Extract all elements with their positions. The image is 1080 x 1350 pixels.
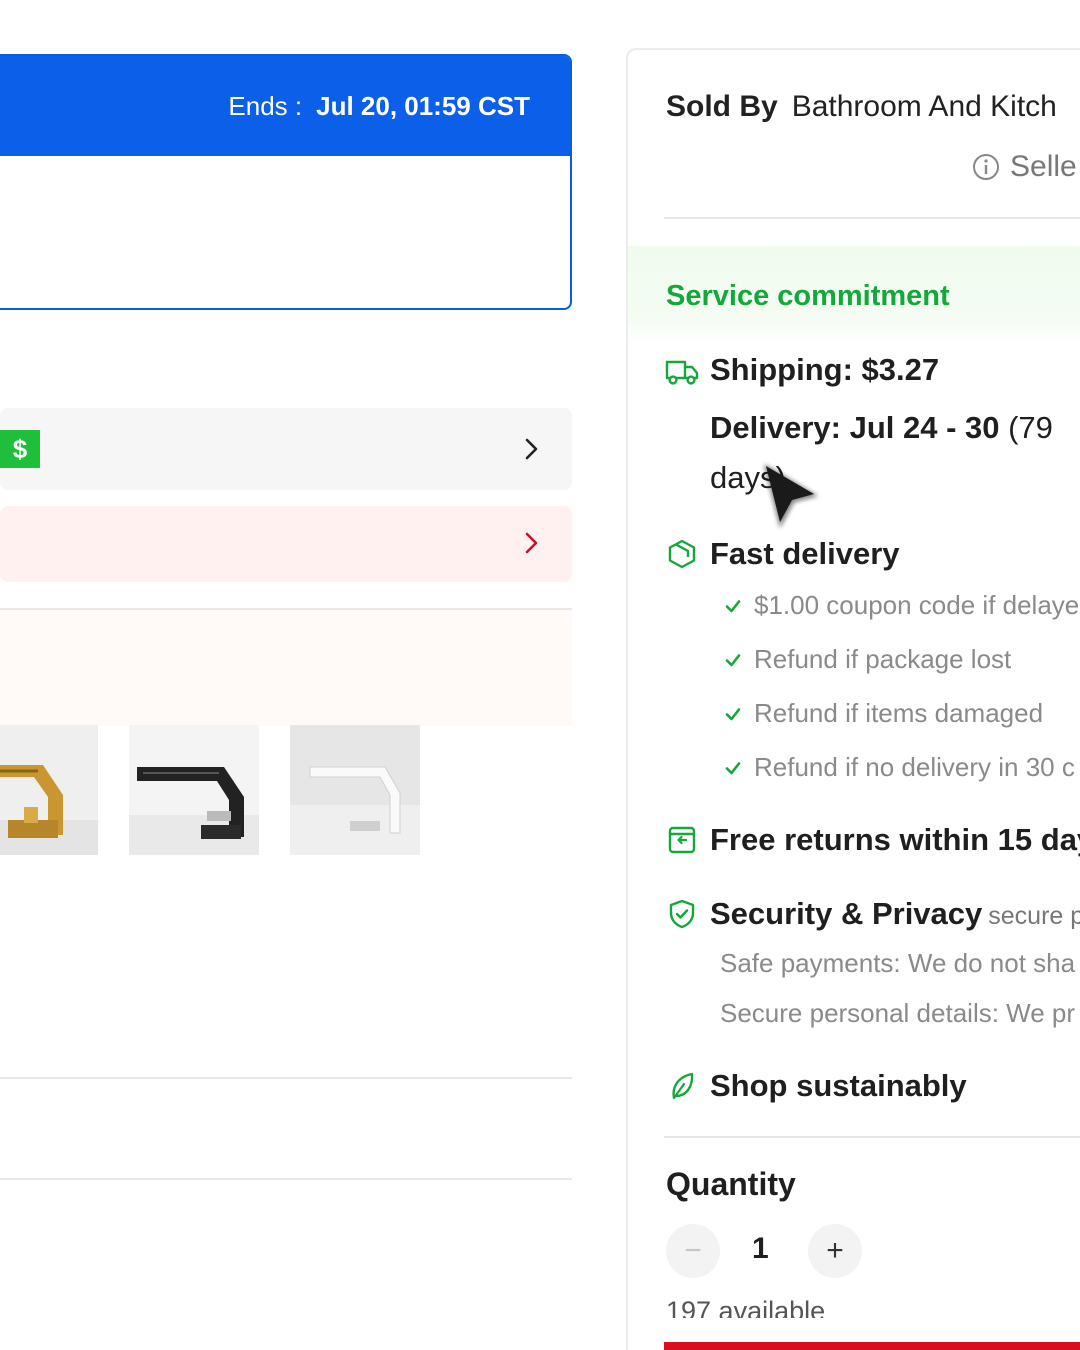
guarantee-text: $1.00 coupon code if delaye: [754, 590, 1080, 620]
ends-label: Ends :: [228, 90, 303, 121]
promo-row[interactable]: $: [0, 408, 572, 490]
gold-faucet-image: [0, 725, 98, 855]
check-icon: [725, 653, 741, 666]
quantity-label: Quantity: [666, 1166, 796, 1202]
black-faucet-image: [129, 725, 259, 855]
fast-delivery-title: Fast delivery: [710, 536, 900, 571]
return-box-icon: [668, 826, 696, 854]
security-privacy-row: Security & Privacy secure p: [710, 896, 1080, 932]
info-band: [0, 610, 572, 726]
thumbnail-black-faucet[interactable]: [129, 725, 259, 855]
lightning-deal-banner: Ends : Jul 20, 01:59 CST: [0, 54, 572, 310]
guarantee-item: Refund if package lost: [724, 644, 1011, 675]
stock-available: 197 available: [666, 1300, 825, 1318]
check-icon: [725, 707, 741, 720]
guarantee-item: Refund if no delivery in 30 c: [724, 752, 1075, 783]
guarantee-item: $1.00 coupon code if delaye: [724, 590, 1079, 621]
guarantee-item: Refund if items damaged: [724, 698, 1043, 729]
add-to-cart-button[interactable]: [664, 1342, 1080, 1350]
seller-info-label: Selle: [1010, 150, 1077, 183]
divider: [664, 217, 1080, 219]
dollar-badge: $: [0, 430, 40, 468]
quantity-increase-button[interactable]: +: [808, 1224, 862, 1278]
divider: [664, 1136, 1080, 1138]
delivery-estimate: Delivery: Jul 24 - 30 (79: [710, 410, 1053, 446]
guarantee-text: Refund if package lost: [754, 644, 1012, 674]
ends-date: Jul 20, 01:59 CST: [316, 90, 530, 121]
shipping-cost: Shipping: $3.27: [710, 352, 940, 387]
chevron-right-icon: [525, 532, 538, 554]
truck-icon: [665, 360, 699, 385]
seller-service-panel: Sold By Bathroom And Kitch Selle Service …: [626, 48, 1080, 1350]
leaf-icon: [672, 1072, 694, 1100]
security-privacy-note: secure p: [988, 902, 1080, 930]
sold-by-label: Sold By: [666, 90, 778, 123]
coupon-row[interactable]: [0, 506, 572, 582]
stock-available-text: 197 available: [666, 1300, 826, 1318]
quantity-decrease-button[interactable]: −: [666, 1224, 720, 1278]
thumbnail-white-faucet[interactable]: [290, 725, 420, 855]
delivery-percent: (79: [999, 410, 1053, 445]
service-commitment-title: Service commitment: [666, 280, 950, 312]
info-icon: [973, 154, 999, 180]
shop-sustainably-title: Shop sustainably: [710, 1068, 967, 1103]
sold-by-row: Sold By Bathroom And Kitch: [666, 90, 1057, 124]
quantity-value[interactable]: 1: [752, 1232, 769, 1266]
white-faucet-image: [290, 725, 420, 855]
divider: [0, 1178, 572, 1180]
security-privacy-title: Security & Privacy: [710, 896, 983, 931]
guarantee-text: Refund if no delivery in 30 c: [754, 752, 1075, 782]
guarantee-text: Refund if items damaged: [754, 698, 1044, 728]
seller-info-link[interactable]: Selle: [972, 150, 1077, 184]
mouse-cursor-icon: [764, 464, 818, 528]
check-icon: [725, 761, 741, 774]
chevron-right-icon: [525, 438, 538, 460]
secure-details-text: Secure personal details: We pr: [720, 998, 1076, 1028]
free-returns-title: Free returns within 15 day: [710, 822, 1080, 857]
safe-payments-text: Safe payments: We do not sha: [720, 948, 1076, 978]
shield-check-icon: [669, 899, 695, 929]
deal-countdown-header: Ends : Jul 20, 01:59 CST: [0, 56, 570, 156]
divider: [0, 1077, 572, 1079]
box-icon: [668, 539, 696, 569]
thumbnail-gold-faucet[interactable]: [0, 725, 98, 855]
seller-name[interactable]: Bathroom And Kitch: [792, 90, 1057, 123]
delivery-dates: Delivery: Jul 24 - 30: [710, 410, 1000, 445]
check-icon: [725, 599, 741, 612]
